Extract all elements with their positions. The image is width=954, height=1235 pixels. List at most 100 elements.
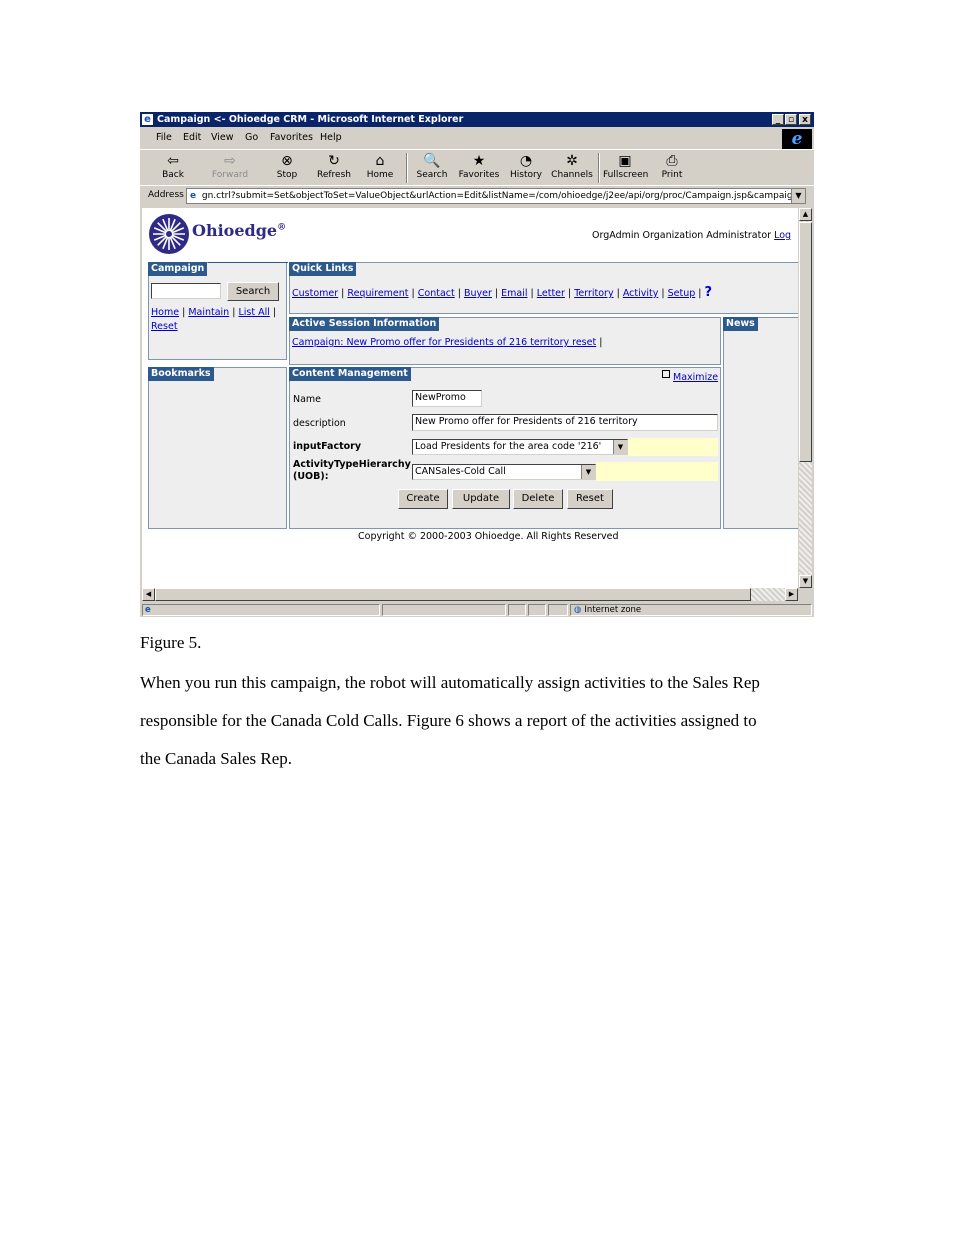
scroll-up-icon[interactable]: ▲ bbox=[799, 208, 812, 221]
menu-favorites[interactable]: Favorites bbox=[270, 132, 313, 143]
status-zone: ◍ Internet zone bbox=[570, 604, 812, 616]
horizontal-scrollbar[interactable]: ◀ ▶ bbox=[142, 588, 798, 601]
campaign-reset-link[interactable]: Reset bbox=[151, 321, 178, 332]
refresh-button[interactable]: ↻ Refresh bbox=[312, 152, 356, 181]
description-input[interactable]: New Promo offer for Presidents of 216 te… bbox=[412, 414, 718, 431]
quick-link-setup[interactable]: Setup bbox=[668, 288, 696, 299]
quick-links-title: Quick Links bbox=[289, 262, 357, 276]
delete-button[interactable]: Delete bbox=[513, 489, 563, 509]
campaign-header-rule bbox=[208, 262, 288, 263]
quick-link-email[interactable]: Email bbox=[501, 288, 527, 299]
content-management-panel: Content Management Maximize Name NewProm… bbox=[289, 367, 721, 529]
active-session-panel: Active Session Information Campaign: New… bbox=[289, 317, 721, 365]
highlight-bar bbox=[596, 462, 718, 481]
vertical-scrollbar[interactable]: ▲ ▼ bbox=[799, 208, 812, 588]
scroll-down-icon[interactable]: ▼ bbox=[799, 575, 812, 588]
page-status-icon: e bbox=[145, 605, 151, 615]
input-factory-label: inputFactory bbox=[293, 441, 362, 452]
campaign-panel: Campaign Search Home | Maintain | List A… bbox=[148, 262, 287, 360]
vertical-scroll-thumb[interactable] bbox=[799, 222, 812, 462]
create-button[interactable]: Create bbox=[398, 489, 448, 509]
maximize-link[interactable]: Maximize bbox=[673, 372, 718, 383]
print-button[interactable]: ⎙ Print bbox=[650, 152, 694, 181]
page-icon: e bbox=[189, 191, 197, 201]
activity-type-select[interactable]: CANSales-Cold Call ▼ bbox=[412, 464, 596, 480]
logo-text: Ohioedge® bbox=[192, 221, 286, 240]
maximize-icon bbox=[662, 370, 670, 378]
body-line-1: When you run this campaign, the robot wi… bbox=[140, 673, 760, 692]
chevron-down-icon[interactable]: ▼ bbox=[613, 440, 627, 454]
history-label: History bbox=[509, 170, 543, 180]
home-button[interactable]: ⌂ Home bbox=[358, 152, 402, 181]
quick-link-contact[interactable]: Contact bbox=[418, 288, 455, 299]
quick-links-panel: Quick Links Customer | Requirement | Con… bbox=[289, 262, 798, 314]
forward-button[interactable]: ⇨ Forward bbox=[208, 152, 252, 181]
address-input[interactable]: e gn.ctrl?submit=Set&objectToSet=ValueOb… bbox=[186, 188, 806, 204]
content-management-title: Content Management bbox=[289, 367, 411, 381]
quick-link-territory[interactable]: Territory bbox=[574, 288, 613, 299]
menu-go[interactable]: Go bbox=[245, 132, 258, 143]
figure-caption: Figure 5. bbox=[140, 633, 202, 652]
campaign-search-input[interactable] bbox=[151, 283, 221, 299]
input-factory-select[interactable]: Load Presidents for the area code '216' … bbox=[412, 439, 628, 455]
home-label: Home bbox=[366, 170, 394, 180]
campaign-maintain-link[interactable]: Maintain bbox=[188, 307, 229, 318]
toolbar-separator bbox=[598, 153, 600, 183]
status-pane bbox=[508, 604, 526, 616]
maximize-button[interactable]: ▫ bbox=[785, 114, 797, 125]
history-button[interactable]: ◔ History bbox=[504, 152, 548, 181]
minimize-button[interactable]: _ bbox=[772, 114, 784, 125]
user-name: OrgAdmin Organization Administrator bbox=[592, 230, 772, 241]
campaign-list-all-link[interactable]: List All bbox=[238, 307, 269, 318]
chevron-down-icon[interactable]: ▼ bbox=[791, 189, 805, 203]
quick-link-buyer[interactable]: Buyer bbox=[464, 288, 492, 299]
toolbar-separator bbox=[406, 153, 408, 183]
search-icon: 🔍 bbox=[423, 153, 441, 169]
stop-button[interactable]: ⊗ Stop bbox=[265, 152, 309, 181]
logout-link[interactable]: Log bbox=[774, 230, 791, 241]
quick-link-activity[interactable]: Activity bbox=[623, 288, 659, 299]
reset-button[interactable]: Reset bbox=[567, 489, 613, 509]
scroll-left-icon[interactable]: ◀ bbox=[142, 588, 155, 601]
home-icon: ⌂ bbox=[375, 153, 385, 169]
search-label: Search bbox=[416, 170, 448, 180]
menu-edit[interactable]: Edit bbox=[183, 132, 201, 143]
highlight-bar bbox=[628, 438, 718, 456]
print-label: Print bbox=[661, 170, 683, 180]
scroll-right-icon[interactable]: ▶ bbox=[785, 588, 798, 601]
favorites-button[interactable]: ★ Favorites bbox=[457, 152, 501, 181]
page-viewport: Ohioedge® OrgAdmin Organization Administ… bbox=[142, 208, 798, 588]
horizontal-scroll-thumb[interactable] bbox=[155, 588, 751, 601]
name-input[interactable]: NewPromo bbox=[412, 390, 482, 407]
search-button[interactable]: 🔍 Search bbox=[410, 152, 454, 181]
channels-button[interactable]: ✲ Channels bbox=[550, 152, 594, 181]
address-bar: Address e gn.ctrl?submit=Set&objectToSet… bbox=[140, 185, 814, 206]
bookmarks-panel-title: Bookmarks bbox=[148, 367, 214, 381]
help-icon[interactable]: ? bbox=[705, 285, 713, 300]
input-factory-value: Load Presidents for the area code '216' bbox=[415, 441, 602, 452]
menu-help[interactable]: Help bbox=[320, 132, 342, 143]
quick-link-letter[interactable]: Letter bbox=[537, 288, 565, 299]
maximize-control[interactable]: Maximize bbox=[662, 370, 718, 383]
quick-link-requirement[interactable]: Requirement bbox=[347, 288, 408, 299]
name-label: Name bbox=[293, 394, 322, 405]
zone-text: Internet zone bbox=[584, 605, 642, 615]
quick-link-customer[interactable]: Customer bbox=[292, 288, 338, 299]
chevron-down-icon[interactable]: ▼ bbox=[581, 465, 595, 479]
campaign-home-link[interactable]: Home bbox=[151, 307, 179, 318]
session-campaign-link[interactable]: Campaign: New Promo offer for Presidents… bbox=[292, 337, 596, 348]
history-icon: ◔ bbox=[519, 153, 533, 169]
back-arrow-icon: ⇦ bbox=[167, 153, 179, 169]
channels-label: Channels bbox=[551, 170, 593, 180]
description-label: description bbox=[293, 418, 346, 429]
update-button[interactable]: Update bbox=[452, 489, 510, 509]
address-label: Address bbox=[148, 190, 184, 200]
fullscreen-button[interactable]: ▣ Fullscreen bbox=[603, 152, 648, 181]
status-bar: e ◍ Internet zone bbox=[140, 603, 814, 617]
bookmarks-panel: Bookmarks bbox=[148, 367, 287, 529]
menu-file[interactable]: File bbox=[156, 132, 172, 143]
menu-view[interactable]: View bbox=[211, 132, 234, 143]
back-button[interactable]: ⇦ Back bbox=[151, 152, 195, 181]
close-button[interactable]: x bbox=[799, 114, 811, 125]
campaign-search-button[interactable]: Search bbox=[227, 282, 279, 301]
